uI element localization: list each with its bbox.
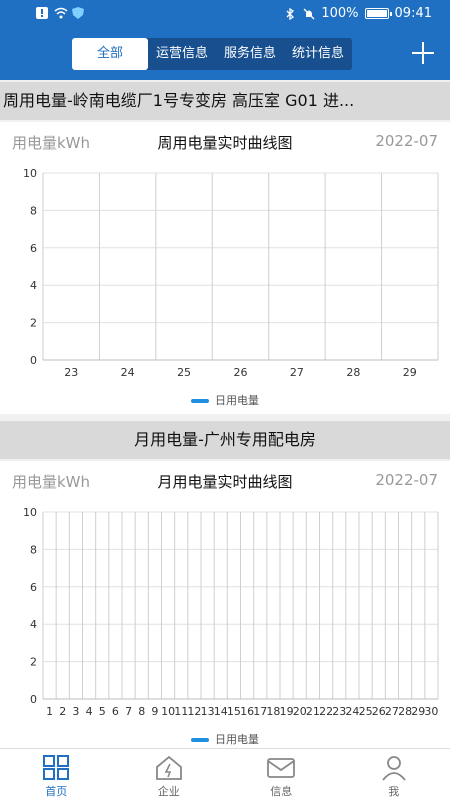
legend-swatch [191,738,209,742]
monthly-date-label[interactable]: 2022-07 [375,471,438,489]
weekly-legend[interactable]: 日用电量 [0,392,450,408]
enterprise-icon [154,755,184,781]
weekly-y-tick: 4 [30,279,37,292]
weekly-x-tick: 25 [177,366,191,379]
monthly-y-tick: 2 [30,656,37,669]
monthly-x-tick: 27 [385,705,399,718]
monthly-x-tick: 29 [411,705,425,718]
monthly-x-tick: 20 [293,705,307,718]
clock: 09:41 [394,6,432,21]
monthly-x-tick: 14 [214,705,228,718]
monthly-x-tick: 21 [306,705,320,718]
nav-home-label: 首页 [45,785,68,798]
monthly-y-tick: 0 [30,693,37,706]
weekly-x-tick: 24 [121,366,135,379]
monthly-x-tick: 3 [72,705,79,718]
monthly-section-title[interactable]: 月用电量-广州专用配电房 [0,421,450,459]
weekly-y-tick: 8 [30,204,37,217]
monthly-x-tick: 26 [372,705,386,718]
battery-percent: 100% [321,6,359,21]
monthly-x-tick: 2 [59,705,66,718]
monthly-x-tick: 4 [86,705,93,718]
monthly-x-tick: 19 [280,705,294,718]
nav-enterprise[interactable]: 企业 [113,749,226,800]
monthly-y-tick: 4 [30,618,37,631]
monthly-y-tick: 10 [23,506,37,519]
weekly-unit-label: 用电量kWh [12,134,91,152]
monthly-x-tick: 28 [398,705,412,718]
home-grid-icon [41,755,71,781]
tab-operations[interactable]: 运营信息 [148,38,216,70]
status-bar: 100% 09:41 [0,0,450,28]
monthly-unit-label: 用电量kWh [12,473,91,491]
monthly-chart-card: 月用电量实时曲线图 用电量kWh 2022-07 0 2 4 6 8 10 1 2 3 4 5 6 7 8… [0,461,450,748]
monthly-x-tick: 6 [112,705,119,718]
monthly-x-tick: 10 [161,705,175,718]
tab-all[interactable]: 全部 [72,38,148,70]
monthly-x-tick: 24 [345,705,359,718]
monthly-x-tick: 23 [332,705,346,718]
monthly-x-tick: 17 [253,705,267,718]
nav-home[interactable]: 首页 [0,749,113,800]
monthly-chart: 02468101 2 3 4 5 6 7 8 9 10 11 12 13 14 15 16 17 18 19 20 21… [23,506,439,718]
nav-me-label: 我 [388,785,400,798]
category-tabs: 全部 运营信息 服务信息 统计信息 [72,38,353,70]
monthly-x-tick: 22 [319,705,333,718]
weekly-y-tick: 2 [30,317,37,330]
weekly-chart-header: 周用电量实时曲线图 用电量kWh 2022-07 [0,122,450,158]
monthly-x-tick: 13 [201,705,215,718]
weekly-chart-card: 周用电量实时曲线图 用电量kWh 2022-07 0 2 4 6 8 10 23 24 25 26… [0,122,450,414]
nav-messages-label: 信息 [270,785,293,798]
monthly-x-tick: 15 [227,705,241,718]
legend-swatch [191,399,209,403]
weekly-y-tick: 6 [30,242,37,255]
envelope-icon [266,755,296,781]
weekly-x-tick: 26 [234,366,248,379]
monthly-x-tick: 25 [359,705,373,718]
weekly-x-tick: 29 [403,366,417,379]
bluetooth-icon [285,7,297,20]
weekly-x-tick: 27 [290,366,304,379]
monthly-chart-header: 月用电量实时曲线图 用电量kWh 2022-07 [0,461,450,497]
nav-enterprise-label: 企业 [157,785,180,798]
monthly-x-tick: 7 [125,705,132,718]
monthly-x-tick: 18 [266,705,280,718]
weekly-section-title[interactable]: 周用电量-岭南电缆厂1号专变房 高压室 G01 进... [0,82,450,120]
add-icon[interactable] [412,42,434,64]
monthly-legend-label: 日用电量 [215,733,259,746]
weekly-y-tick: 0 [30,354,37,367]
app-header: 100% 09:41 全部 运营信息 服务信息 统计信息 [0,0,450,80]
shield-icon [72,7,84,19]
notification-icon [36,7,48,19]
monthly-x-tick: 16 [240,705,254,718]
monthly-x-tick: 1 [46,705,53,718]
monthly-x-tick: 11 [174,705,188,718]
tab-services[interactable]: 服务信息 [216,38,284,70]
monthly-x-tick: 8 [138,705,145,718]
nav-me[interactable]: 我 [338,749,450,800]
monthly-y-tick: 6 [30,581,37,594]
weekly-legend-label: 日用电量 [215,394,259,407]
weekly-x-tick: 23 [64,366,78,379]
monthly-legend[interactable]: 日用电量 [0,731,450,747]
mute-bell-icon [303,8,315,20]
nav-messages[interactable]: 信息 [225,749,338,800]
monthly-y-tick: 8 [30,543,37,556]
wifi-icon [54,7,68,19]
weekly-y-tick: 10 [23,167,37,180]
weekly-x-tick: 28 [346,366,360,379]
user-icon [379,755,409,781]
monthly-x-tick: 5 [99,705,106,718]
monthly-x-tick: 9 [151,705,158,718]
tab-statistics[interactable]: 统计信息 [284,38,352,70]
weekly-chart: 024681023 24 25 26 27 28 29 [23,167,439,379]
bottom-nav: 首页 企业 信息 我 [0,748,450,800]
weekly-date-label[interactable]: 2022-07 [375,132,438,150]
monthly-x-tick: 30 [424,705,438,718]
monthly-x-tick: 12 [187,705,201,718]
battery-icon [364,8,392,19]
